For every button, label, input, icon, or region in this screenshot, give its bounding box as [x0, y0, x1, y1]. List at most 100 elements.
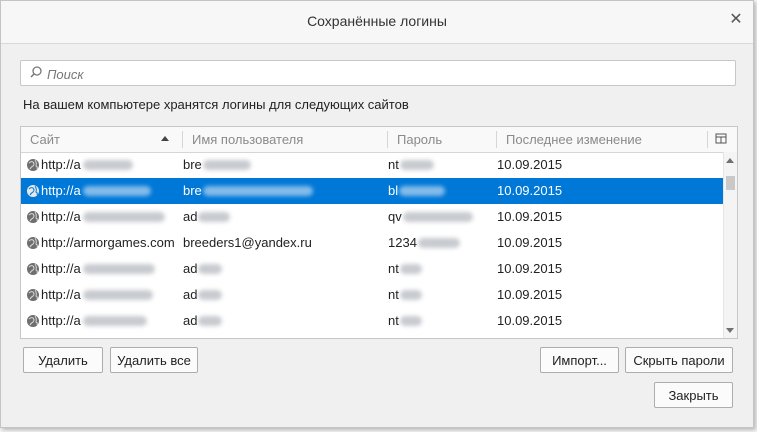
column-picker-icon[interactable]	[715, 133, 727, 145]
table-row[interactable]: http://armorgames.com breeders1@yandex.r…	[21, 230, 723, 256]
vertical-scrollbar[interactable]	[723, 152, 737, 338]
close-icon[interactable]: ✕	[727, 11, 745, 29]
column-header-site[interactable]: Сайт	[21, 127, 183, 152]
table-body: http://a bre nt 10.09.2015 http://a bre …	[21, 152, 723, 338]
username-text: ad	[183, 261, 198, 276]
site-cell: http://a	[41, 308, 181, 334]
redacted-mask	[198, 263, 223, 274]
table-row[interactable]: http://a ad nt 10.09.2015	[21, 256, 723, 282]
username-cell: ad	[183, 204, 383, 230]
username-text: ad	[183, 287, 198, 302]
site-text: http://a	[41, 183, 81, 198]
search-icon	[30, 66, 42, 78]
redacted-mask	[202, 159, 251, 170]
saved-logins-dialog: Сохранённые логины ✕ На вашем компьютере…	[0, 0, 754, 428]
redacted-mask	[198, 211, 231, 222]
column-header-label: Сайт	[30, 132, 60, 147]
redacted-mask	[399, 289, 422, 300]
redacted-mask	[399, 159, 434, 170]
scroll-down-arrow-icon[interactable]	[726, 328, 734, 333]
username-cell: ad	[183, 308, 383, 334]
password-text: nt	[388, 287, 399, 302]
table-header: Сайт Имя пользователя Пароль Последнее и…	[21, 127, 737, 153]
hide-passwords-button[interactable]: Скрыть пароли	[625, 347, 733, 373]
logins-table: Сайт Имя пользователя Пароль Последнее и…	[20, 126, 738, 339]
redacted-mask	[82, 159, 133, 170]
password-text: bl	[388, 183, 399, 198]
table-row[interactable]: http://a ad nt 10.09.2015	[21, 308, 723, 334]
globe-icon	[27, 185, 39, 197]
username-cell: bre	[183, 178, 383, 204]
password-text: qv	[388, 209, 402, 224]
username-text: ad	[183, 209, 198, 224]
password-cell: bl	[388, 178, 493, 204]
globe-icon	[27, 237, 39, 249]
title-bar: Сохранённые логины ✕	[1, 1, 753, 44]
redacted-mask	[399, 185, 446, 196]
site-cell: http://a	[41, 152, 181, 178]
date-cell: 10.09.2015	[497, 287, 563, 302]
redacted-mask	[402, 211, 473, 222]
site-text: http://armorgames.com	[41, 235, 175, 250]
redacted-mask	[82, 289, 153, 300]
globe-icon	[27, 289, 39, 301]
scrollbar-thumb[interactable]	[726, 176, 735, 190]
scroll-up-arrow-icon[interactable]	[726, 158, 734, 163]
username-text: breeders1@yandex.ru	[183, 235, 312, 250]
password-text: 1234	[388, 235, 417, 250]
site-text: http://a	[41, 313, 81, 328]
search-box[interactable]	[20, 60, 736, 86]
table-row[interactable]: http://a ad nt 10.09.2015	[21, 282, 723, 308]
redacted-mask	[198, 289, 223, 300]
column-header-username[interactable]: Имя пользователя	[183, 127, 388, 152]
column-header-label: Последнее изменение	[506, 132, 642, 147]
column-header-password[interactable]: Пароль	[388, 127, 496, 152]
redacted-mask	[82, 263, 155, 274]
password-text: nt	[388, 157, 399, 172]
sort-ascending-icon	[161, 136, 169, 141]
date-cell: 10.09.2015	[497, 313, 563, 328]
column-header-last-changed[interactable]: Последнее изменение	[497, 127, 707, 152]
redacted-mask	[399, 263, 422, 274]
delete-all-button[interactable]: Удалить все	[110, 347, 198, 373]
date-cell: 10.09.2015	[497, 261, 563, 276]
delete-button[interactable]: Удалить	[23, 347, 103, 373]
site-text: http://a	[41, 287, 81, 302]
date-cell: 10.09.2015	[497, 209, 563, 224]
site-text: http://a	[41, 157, 81, 172]
username-cell: breeders1@yandex.ru	[183, 230, 383, 256]
table-row[interactable]: http://a bre nt 10.09.2015	[21, 152, 723, 178]
site-cell: http://armorgames.com	[41, 230, 181, 256]
column-header-label: Имя пользователя	[192, 132, 304, 147]
redacted-mask	[417, 237, 460, 248]
column-divider[interactable]	[707, 131, 708, 148]
table-row[interactable]: http://a ad qv 10.09.2015	[21, 204, 723, 230]
intro-text: На вашем компьютере хранятся логины для …	[23, 97, 409, 112]
dialog-title: Сохранённые логины	[307, 13, 447, 29]
site-text: http://a	[41, 209, 81, 224]
date-cell: 10.09.2015	[497, 235, 563, 250]
username-cell: bre	[183, 152, 383, 178]
site-cell: http://a	[41, 282, 181, 308]
globe-icon	[27, 211, 39, 223]
date-cell: 10.09.2015	[497, 157, 563, 172]
redacted-mask	[198, 315, 223, 326]
globe-icon	[27, 315, 39, 327]
password-text: nt	[388, 313, 399, 328]
redacted-mask	[82, 315, 147, 326]
redacted-mask	[82, 211, 165, 222]
username-text: bre	[183, 183, 202, 198]
date-cell: 10.09.2015	[497, 183, 563, 198]
search-input[interactable]	[45, 64, 729, 84]
close-button[interactable]: Закрыть	[654, 382, 733, 408]
globe-icon	[27, 159, 39, 171]
import-button[interactable]: Импорт...	[540, 347, 619, 373]
username-text: bre	[183, 157, 202, 172]
username-cell: ad	[183, 256, 383, 282]
redacted-mask	[202, 185, 313, 196]
password-cell: 1234	[388, 230, 493, 256]
table-row-selected[interactable]: http://a bre bl 10.09.2015	[21, 178, 723, 204]
site-text: http://a	[41, 261, 81, 276]
site-cell: http://a	[41, 204, 181, 230]
password-cell: nt	[388, 308, 493, 334]
